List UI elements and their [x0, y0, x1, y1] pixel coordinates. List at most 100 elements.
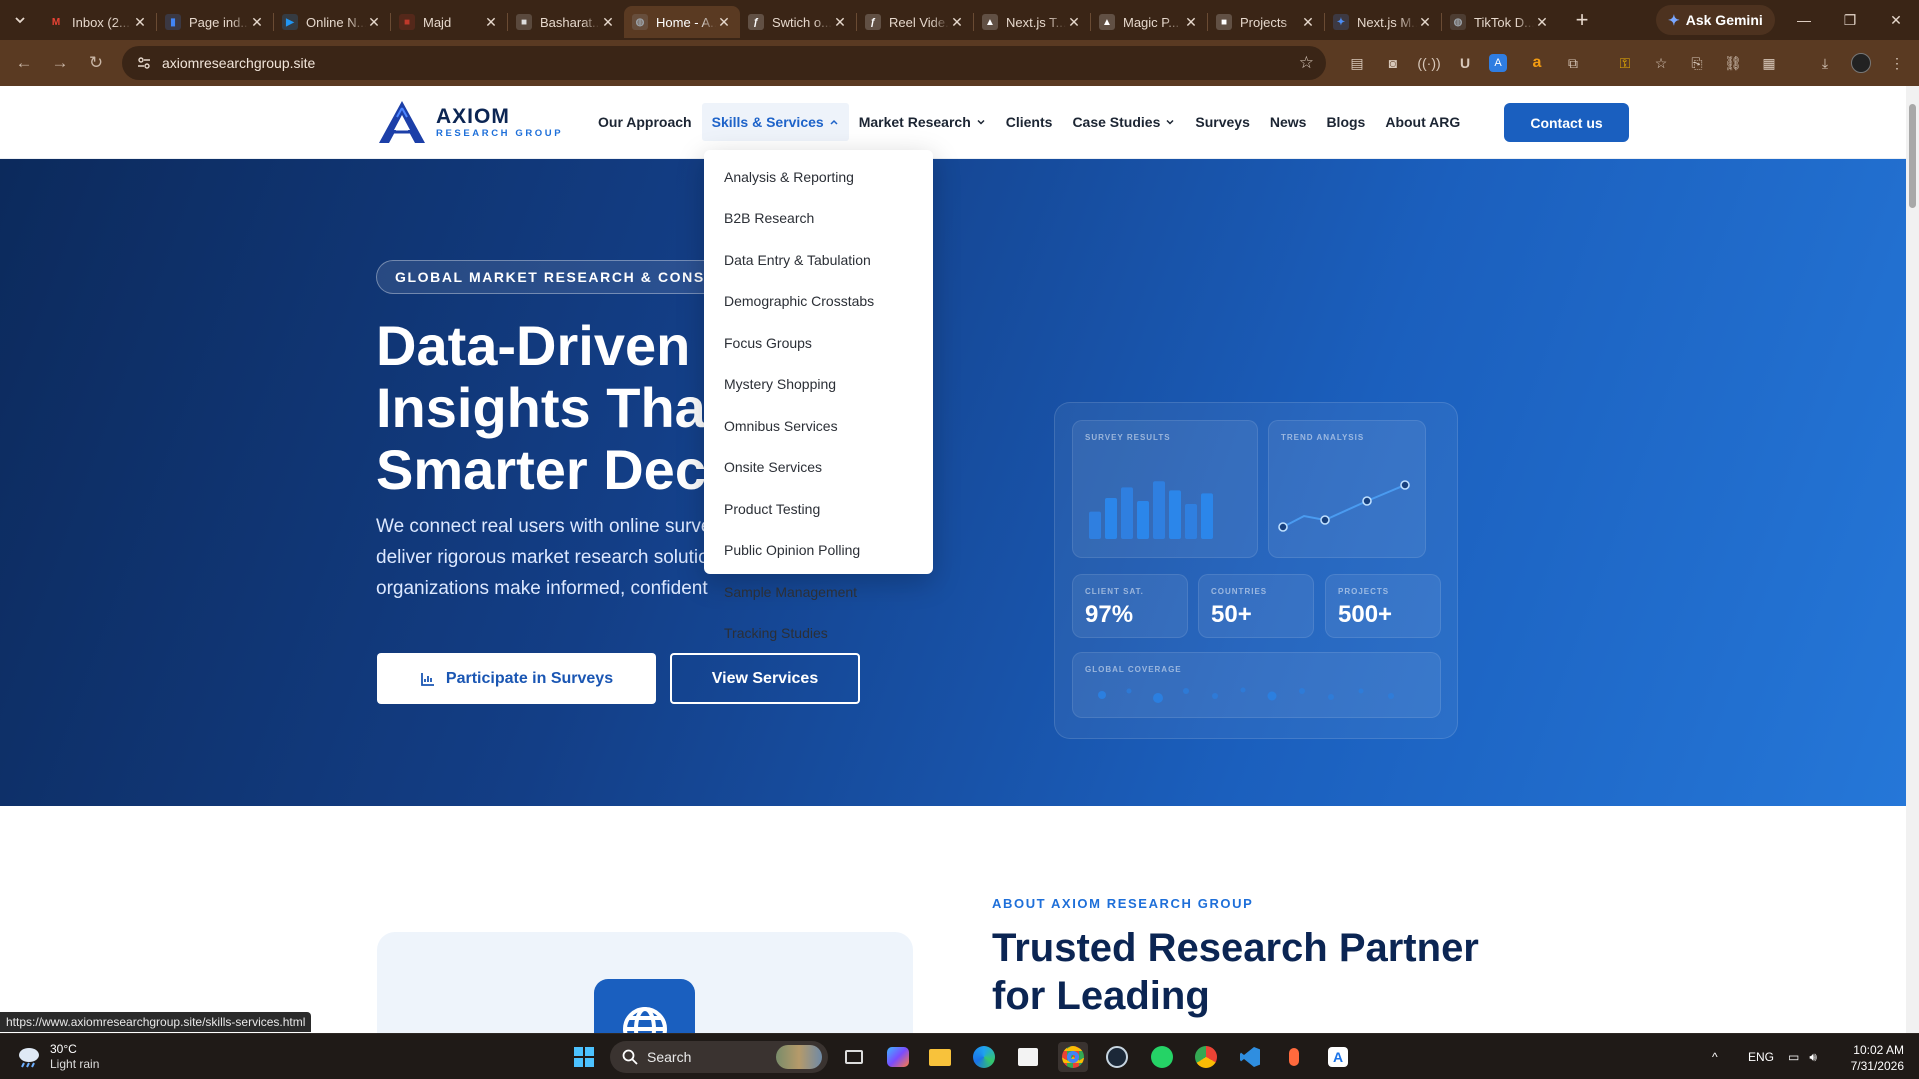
services-menu-item[interactable]: Demographic Crosstabs — [704, 281, 933, 323]
close-window-button[interactable]: ✕ — [1873, 0, 1919, 40]
extension-icon[interactable]: ▤ — [1345, 51, 1369, 75]
browser-tab[interactable]: ■ Projects ✕ — [1208, 6, 1324, 38]
volume-icon[interactable]: 🔊︎ — [1809, 1050, 1817, 1065]
browser-menu-icon[interactable]: ⋮ — [1885, 51, 1909, 75]
broadcast-extension-icon[interactable]: ((·)) — [1417, 51, 1441, 75]
browser-tab[interactable]: M Inbox (2... ✕ — [40, 6, 156, 38]
browser-tab[interactable]: ƒ Swtich o... ✕ — [740, 6, 856, 38]
nav-item[interactable]: Our Approach — [588, 103, 702, 141]
scrollbar-thumb[interactable] — [1909, 104, 1916, 208]
close-tab-icon[interactable]: ✕ — [949, 14, 965, 31]
nav-item[interactable]: Surveys — [1185, 103, 1259, 141]
close-tab-icon[interactable]: ✕ — [832, 14, 848, 31]
close-tab-icon[interactable]: ✕ — [716, 14, 732, 31]
app-a-icon[interactable]: A — [1323, 1042, 1353, 1072]
restore-window-button[interactable]: ❐ — [1827, 0, 1873, 40]
browser-tab[interactable]: ■ Majd ✕ — [391, 6, 507, 38]
services-menu-item[interactable]: Sample Management — [704, 571, 933, 613]
services-menu-item[interactable]: Analysis & Reporting — [704, 156, 933, 198]
close-tab-icon[interactable]: ✕ — [132, 14, 148, 31]
site-logo[interactable]: AXIOM RESEARCH GROUP — [376, 98, 563, 146]
close-tab-icon[interactable]: ✕ — [1534, 14, 1550, 31]
close-tab-icon[interactable]: ✕ — [1417, 14, 1433, 31]
browser-tab[interactable]: ▶ Online N... ✕ — [274, 6, 390, 38]
new-tab-button[interactable]: + — [1564, 4, 1600, 36]
browser-tab[interactable]: ✦ Next.js M... ✕ — [1325, 6, 1441, 38]
downloads-icon[interactable]: ⤓ — [1813, 51, 1837, 75]
close-tab-icon[interactable]: ✕ — [600, 14, 616, 31]
nav-item[interactable]: Skills & Services — [701, 103, 849, 141]
ublock-extension-icon[interactable]: U — [1453, 51, 1477, 75]
browser-tab[interactable]: ◍ TikTok D... ✕ — [1442, 6, 1558, 38]
contact-us-button[interactable]: Contact us — [1504, 103, 1629, 142]
forward-button[interactable]: → — [42, 45, 78, 81]
services-menu-item[interactable]: Product Testing — [704, 488, 933, 530]
language-indicator[interactable]: ENG — [1748, 1034, 1774, 1079]
nav-item[interactable]: About ARG — [1375, 103, 1470, 141]
chrome-profile-icon[interactable] — [1191, 1042, 1221, 1072]
whatsapp-icon[interactable] — [1147, 1042, 1177, 1072]
task-view-icon[interactable] — [839, 1042, 869, 1072]
show-hidden-icons-button[interactable]: ^ — [1712, 1034, 1718, 1079]
translate-extension-icon[interactable]: A — [1489, 54, 1507, 72]
services-menu-item[interactable]: Data Entry & Tabulation — [704, 239, 933, 281]
network-icon[interactable]: ▭ — [1788, 1050, 1799, 1064]
side-panel-icon[interactable]: ▦ — [1757, 51, 1781, 75]
ask-gemini-button[interactable]: ✦ Ask Gemini — [1656, 5, 1775, 35]
nav-item[interactable]: Market Research — [849, 103, 996, 141]
nav-item[interactable]: Blogs — [1316, 103, 1375, 141]
browser-tab[interactable]: ▮ Page ind... ✕ — [157, 6, 273, 38]
browser-tab[interactable]: ▲ Next.js T... ✕ — [974, 6, 1090, 38]
services-menu-item[interactable]: Omnibus Services — [704, 405, 933, 447]
close-tab-icon[interactable]: ✕ — [249, 14, 265, 31]
browser-tab[interactable]: ◍ Home - A... ✕ — [624, 6, 740, 38]
services-menu-item[interactable]: Public Opinion Polling — [704, 530, 933, 572]
microsoft-store-icon[interactable] — [1013, 1042, 1043, 1072]
screenshot-extension-icon[interactable]: ◙ — [1381, 51, 1405, 75]
nav-item[interactable]: News — [1260, 103, 1317, 141]
extensions-puzzle-icon[interactable]: ⧉ — [1561, 51, 1585, 75]
browser-tab[interactable]: ▲ Magic P... ✕ — [1091, 6, 1207, 38]
services-menu-item[interactable]: Tracking Studies — [704, 613, 933, 655]
close-tab-icon[interactable]: ✕ — [483, 14, 499, 31]
browser-tab[interactable]: ■ Basharat... ✕ — [508, 6, 624, 38]
minimize-window-button[interactable]: — — [1781, 0, 1827, 40]
steam-icon[interactable] — [1102, 1042, 1132, 1072]
site-info-icon[interactable] — [136, 55, 152, 71]
translate-page-icon[interactable]: ⎘ — [1685, 51, 1709, 75]
share-link-icon[interactable]: ⛓ — [1721, 51, 1745, 75]
close-tab-icon[interactable]: ✕ — [1300, 14, 1316, 31]
weather-widget[interactable]: 30°C Light rain — [16, 1042, 99, 1072]
back-button[interactable]: ← — [6, 45, 42, 81]
taskbar-search[interactable]: Search — [610, 1041, 828, 1073]
browser-tab[interactable]: ƒ Reel Vide...✕ — [857, 6, 973, 38]
services-menu-item[interactable]: Onsite Services — [704, 447, 933, 489]
taskbar-clock[interactable]: 10:02 AM 7/31/2026 — [1832, 1042, 1904, 1074]
address-bar[interactable]: axiomresearchgroup.site ☆ — [122, 46, 1326, 80]
close-tab-icon[interactable]: ✕ — [1066, 14, 1082, 31]
nav-item[interactable]: Case Studies — [1062, 103, 1185, 141]
close-tab-icon[interactable]: ✕ — [1183, 14, 1199, 31]
view-services-button[interactable]: View Services — [670, 653, 860, 704]
page-scrollbar[interactable] — [1906, 86, 1919, 1033]
edge-browser-icon[interactable] — [969, 1042, 999, 1072]
profile-avatar[interactable] — [1849, 51, 1873, 75]
services-menu-item[interactable]: Mystery Shopping — [704, 364, 933, 406]
tab-search-button[interactable] — [0, 0, 40, 40]
file-explorer-icon[interactable] — [925, 1042, 955, 1072]
services-menu-item[interactable]: B2B Research — [704, 198, 933, 240]
chrome-taskbar-icon[interactable] — [1058, 1042, 1088, 1072]
participate-surveys-button[interactable]: Participate in Surveys — [377, 653, 656, 704]
vscode-icon[interactable] — [1235, 1042, 1265, 1072]
bookmarks-icon[interactable]: ☆ — [1649, 51, 1673, 75]
close-tab-icon[interactable]: ✕ — [366, 14, 382, 31]
amazon-extension-icon[interactable]: a — [1525, 51, 1549, 75]
windows-start-icon[interactable] — [569, 1042, 599, 1072]
m365-app-icon[interactable] — [883, 1042, 913, 1072]
microphone-app-icon[interactable] — [1279, 1042, 1309, 1072]
system-tray[interactable]: ▭ 🔊︎ — [1788, 1034, 1817, 1079]
nav-item[interactable]: Clients — [996, 103, 1063, 141]
password-key-icon[interactable]: ⚿ — [1613, 51, 1637, 75]
bookmark-star-icon[interactable]: ☆ — [1299, 53, 1314, 73]
reload-button[interactable]: ↻ — [78, 45, 114, 81]
